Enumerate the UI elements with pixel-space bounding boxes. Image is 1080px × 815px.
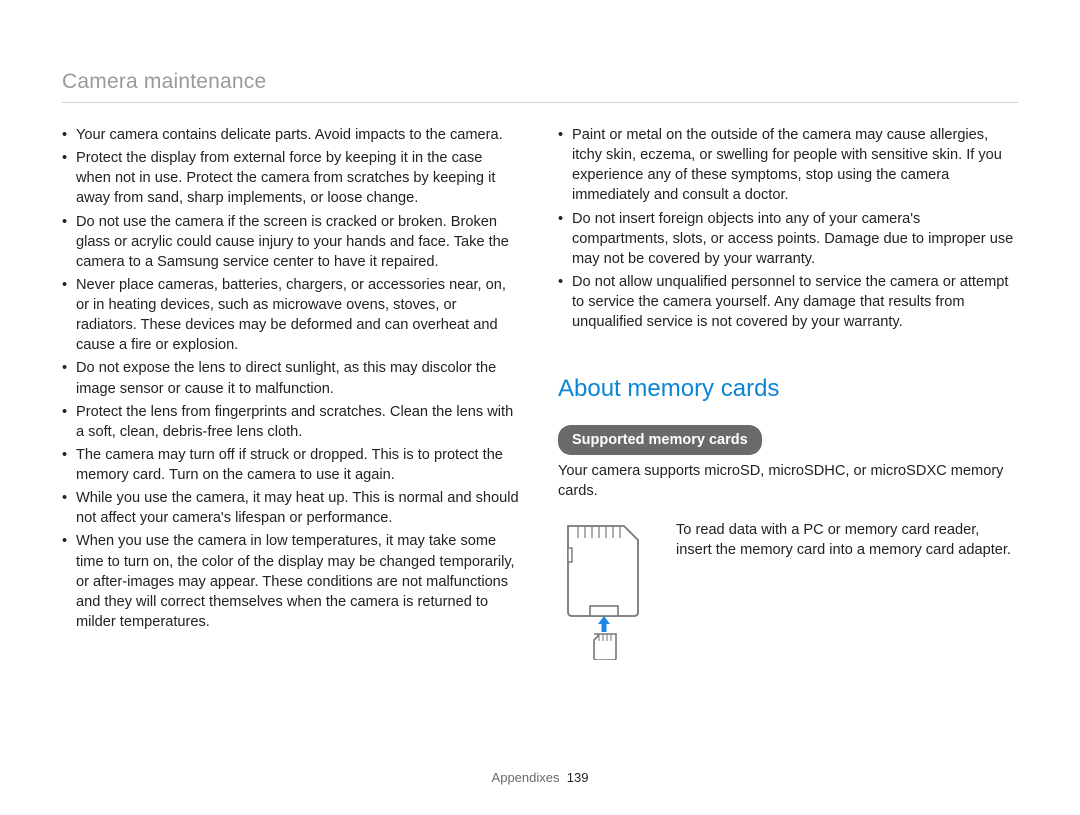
footer-section: Appendixes (492, 770, 560, 785)
manual-page: Camera maintenance Your camera contains … (0, 0, 1080, 815)
card-adapter-note: To read data with a PC or memory card re… (676, 520, 1016, 560)
section-heading-memory: About memory cards (558, 372, 1016, 405)
supported-cards-pill: Supported memory cards (558, 425, 762, 455)
page-footer: Appendixes 139 (0, 770, 1080, 785)
list-item: Do not allow unqualified personnel to se… (558, 272, 1016, 332)
right-column: Paint or metal on the outside of the cam… (558, 125, 1016, 666)
list-item: Protect the display from external force … (62, 148, 520, 208)
supported-cards-text: Your camera supports microSD, microSDHC,… (558, 461, 1016, 501)
page-title: Camera maintenance (62, 70, 1018, 94)
footer-page-number: 139 (567, 770, 589, 785)
list-item: When you use the camera in low temperatu… (62, 531, 520, 632)
list-item: Do not expose the lens to direct sunligh… (62, 358, 520, 398)
sd-card-adapter-illustration (558, 520, 654, 666)
list-item: While you use the camera, it may heat up… (62, 488, 520, 528)
list-item: Paint or metal on the outside of the cam… (558, 125, 1016, 206)
list-item: Do not insert foreign objects into any o… (558, 209, 1016, 269)
left-column: Your camera contains delicate parts. Avo… (62, 125, 520, 666)
header-rule (62, 102, 1018, 103)
left-bullet-list: Your camera contains delicate parts. Avo… (62, 125, 520, 632)
list-item: Protect the lens from fingerprints and s… (62, 402, 520, 442)
list-item: Do not use the camera if the screen is c… (62, 212, 520, 272)
list-item: Your camera contains delicate parts. Avo… (62, 125, 520, 145)
right-bullet-list: Paint or metal on the outside of the cam… (558, 125, 1016, 332)
list-item: Never place cameras, batteries, chargers… (62, 275, 520, 356)
card-illustration-row: To read data with a PC or memory card re… (558, 520, 1016, 666)
list-item: The camera may turn off if struck or dro… (62, 445, 520, 485)
content-columns: Your camera contains delicate parts. Avo… (62, 125, 1018, 666)
